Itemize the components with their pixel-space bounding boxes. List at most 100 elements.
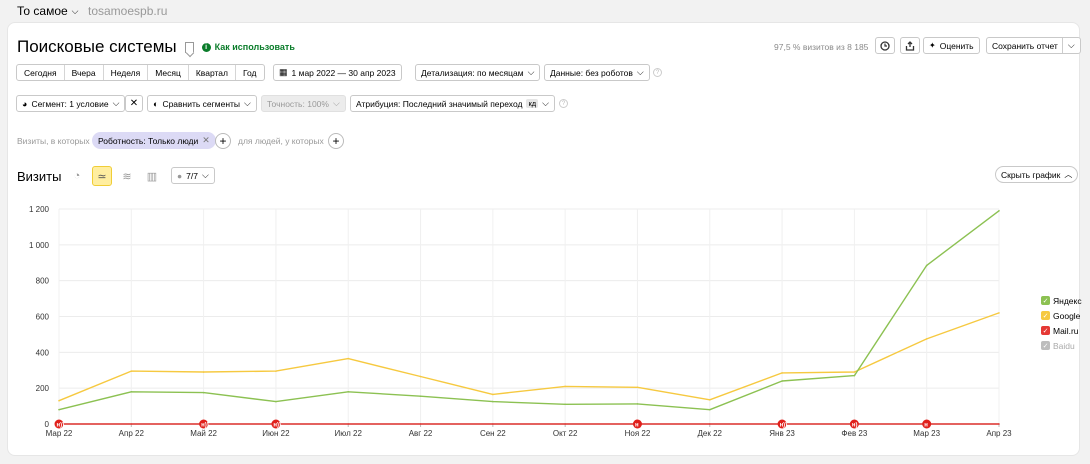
- date-range-label: 1 мар 2022 — 30 апр 2023: [291, 67, 396, 78]
- rate-icon: ✦: [929, 41, 936, 50]
- data-point: [347, 423, 350, 425]
- add-condition-button[interactable]: +: [215, 133, 231, 149]
- page-title: Поисковые системы i Как использовать: [17, 37, 295, 57]
- site-selector[interactable]: То самое ⌵: [17, 4, 79, 18]
- y-tick-label: 600: [36, 313, 50, 322]
- annotation-marker[interactable]: н)): [199, 419, 209, 429]
- period-week[interactable]: Неделя: [104, 65, 149, 80]
- data-point: [564, 385, 566, 388]
- segment-dropdown[interactable]: ◕ Сегмент: 1 условие ⌵: [16, 95, 126, 112]
- data-dropdown[interactable]: Данные: без роботов ⌵: [544, 64, 650, 81]
- add-people-condition-button[interactable]: +: [328, 133, 344, 149]
- compare-segments-button[interactable]: ◐ Сравнить сегменты ⌵: [147, 95, 257, 112]
- x-tick-label: Ноя 22: [625, 429, 651, 438]
- clear-segment-button[interactable]: ✕: [125, 95, 143, 112]
- y-tick-label: 400: [36, 348, 50, 357]
- accuracy-dropdown[interactable]: Точность: 100% ⌵: [261, 95, 346, 112]
- y-tick-label: 1 000: [29, 241, 50, 250]
- chevron-down-icon[interactable]: ⌵: [1061, 38, 1080, 53]
- checkbox-icon: ✓: [1041, 296, 1050, 305]
- period-year[interactable]: Год: [236, 65, 264, 80]
- annotation-marker[interactable]: н: [632, 419, 642, 429]
- pie-chart-icon[interactable]: ◔: [67, 166, 87, 186]
- rate-label: Оценить: [939, 40, 974, 51]
- data-point: [708, 399, 711, 401]
- annotation-marker[interactable]: н: [922, 419, 932, 429]
- data-point: [347, 390, 350, 393]
- attribution-dropdown[interactable]: Атрибуция: Последний значимый переход кд…: [350, 95, 555, 112]
- annotation-marker[interactable]: н)): [271, 419, 281, 429]
- bookmark-icon[interactable]: [184, 41, 194, 53]
- visits-info: 97,5 % визитов из 8 185: [774, 42, 869, 52]
- howto-link[interactable]: i Как использовать: [201, 42, 295, 52]
- area-chart-icon[interactable]: ≋: [117, 166, 137, 186]
- site-label: То самое: [17, 4, 68, 18]
- pie-icon: ◕: [22, 98, 28, 109]
- hide-chart-button[interactable]: Скрыть график ︿: [995, 166, 1079, 183]
- howto-label: Как использовать: [214, 42, 295, 52]
- data-point: [998, 312, 1000, 314]
- history-button[interactable]: [875, 37, 895, 54]
- data-point: [130, 423, 133, 425]
- data-point: [419, 375, 422, 378]
- annotation-marker[interactable]: н)): [54, 419, 65, 429]
- legend-item-mailru[interactable]: ✓ Mail.ru: [1041, 323, 1082, 338]
- legend-item-yandex[interactable]: ✓ Яндекс: [1041, 293, 1082, 308]
- legend-label: Mail.ru: [1053, 325, 1079, 336]
- data-point: [708, 423, 711, 425]
- data-point: [636, 386, 639, 389]
- series-line-Яндекс: [58, 210, 1000, 411]
- help-icon[interactable]: ?: [653, 68, 662, 77]
- data-point: [347, 357, 350, 360]
- data-point: [998, 209, 1000, 212]
- segment-chip-label: Роботность: Только люди: [98, 135, 199, 146]
- chevron-down-icon: ⌵: [112, 98, 120, 108]
- top-bar: То самое ⌵ tosamoespb.ru: [0, 0, 1090, 22]
- x-tick-label: Окт 22: [553, 429, 578, 438]
- data-point: [925, 264, 928, 267]
- period-yesterday[interactable]: Вчера: [65, 65, 104, 80]
- annotation-marker[interactable]: н): [849, 419, 859, 429]
- site-domain: tosamoespb.ru: [88, 4, 168, 18]
- compare-label: Сравнить сегменты: [162, 98, 241, 109]
- period-quarter[interactable]: Квартал: [189, 65, 236, 80]
- calendar-icon: ▦: [279, 67, 288, 77]
- annotation-marker-label: н): [852, 423, 858, 429]
- close-icon[interactable]: ✕: [202, 135, 210, 146]
- segment-chip[interactable]: Роботность: Только люди ✕: [92, 132, 216, 149]
- annotation-marker[interactable]: н)): [777, 419, 788, 429]
- chevron-down-icon: ⌵: [244, 98, 251, 108]
- checkbox-icon: ✓: [1041, 341, 1050, 350]
- data-point: [202, 371, 205, 373]
- period-today[interactable]: Сегодня: [17, 65, 65, 80]
- page-title-text: Поисковые системы: [17, 37, 177, 56]
- close-icon: ✕: [129, 98, 139, 109]
- help-icon[interactable]: ?: [559, 99, 568, 108]
- legend-item-google[interactable]: ✓ Google: [1041, 308, 1082, 323]
- line-chart-icon[interactable]: ≃: [92, 166, 112, 186]
- bar-chart-icon[interactable]: ▥: [142, 166, 162, 186]
- data-point: [419, 423, 422, 425]
- data-point: [275, 370, 277, 372]
- attribution-badge: кд: [526, 99, 539, 108]
- data-point: [58, 399, 60, 402]
- save-report-label: Сохранить отчет: [992, 40, 1058, 51]
- detail-dropdown[interactable]: Детализация: по месяцам ⌵: [415, 64, 541, 81]
- x-tick-label: Июл 22: [335, 429, 363, 438]
- period-month[interactable]: Месяц: [148, 65, 189, 80]
- rate-button[interactable]: ✦ Оценить: [923, 37, 980, 54]
- annotation-marker-label: н: [924, 423, 928, 429]
- export-button[interactable]: [900, 37, 920, 54]
- data-point: [275, 400, 277, 403]
- data-point: [781, 372, 783, 374]
- chevron-down-icon: ⌵: [542, 98, 549, 108]
- save-report-button[interactable]: Сохранить отчет ⌵: [986, 37, 1081, 54]
- visits-chart: 0 200 400 600 800 1 000 1 200 Мар 22 Апр 22 Май 2…: [29, 205, 1012, 438]
- chevron-down-icon: ⌵: [527, 67, 535, 77]
- chevron-up-icon: ︿: [1064, 170, 1073, 179]
- annotation-marker-label: н)): [201, 423, 209, 429]
- x-tick-label: Май 22: [190, 429, 217, 438]
- series-counter-dropdown[interactable]: ● 7/7 ⌵: [171, 167, 215, 184]
- legend-item-baidu[interactable]: ✓ Baidu: [1041, 338, 1082, 353]
- date-range-button[interactable]: ▦ 1 мар 2022 — 30 апр 2023: [273, 64, 402, 81]
